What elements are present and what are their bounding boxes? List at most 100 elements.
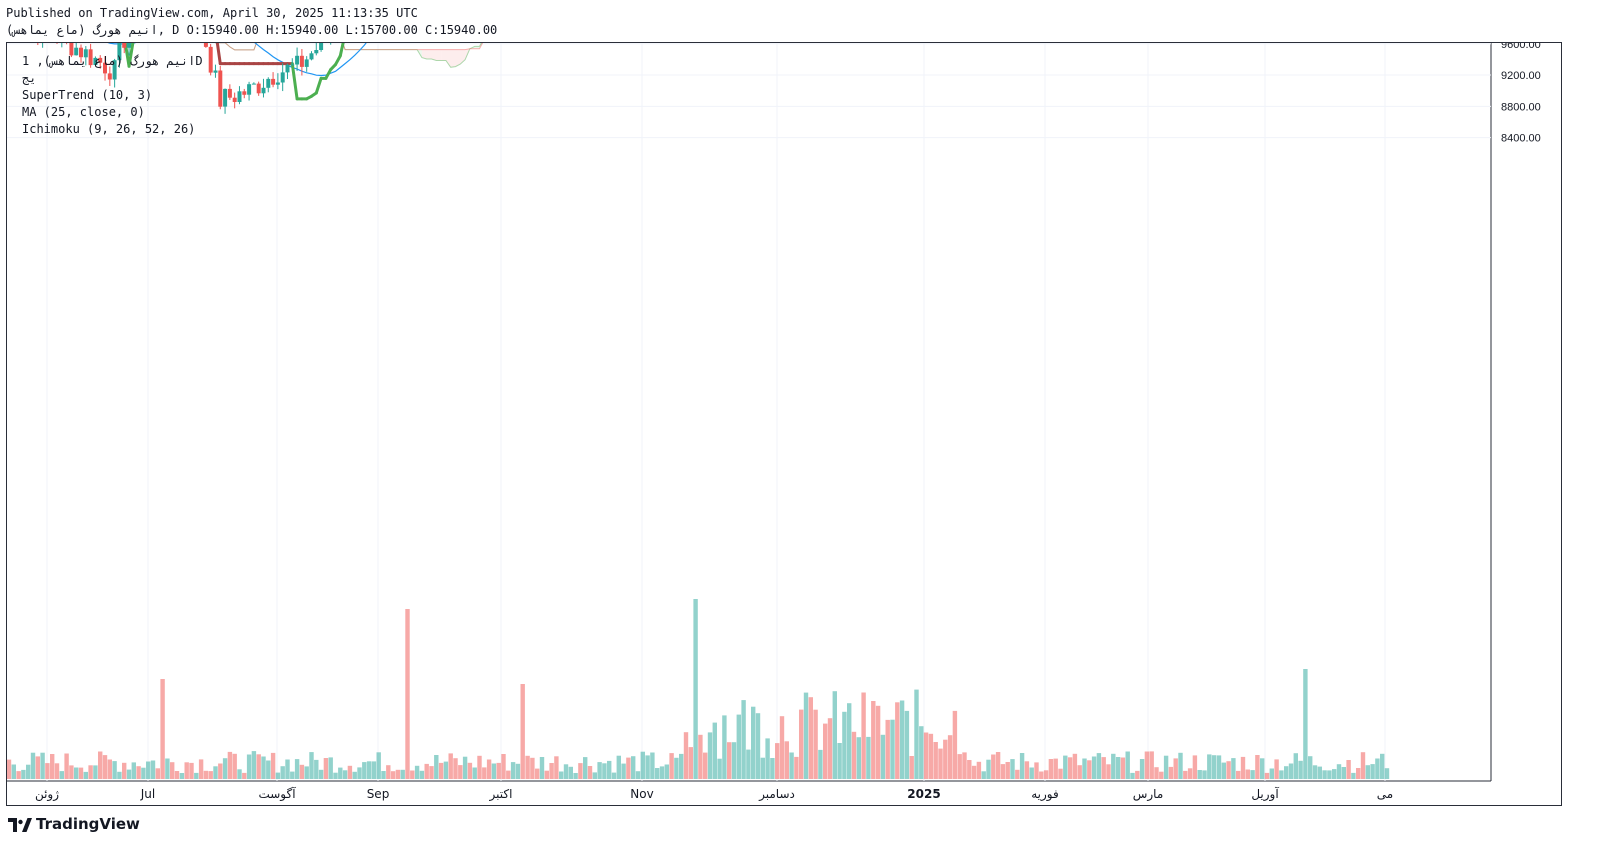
volume-bar xyxy=(448,753,453,779)
volume-bar xyxy=(45,763,50,779)
volume-bar xyxy=(1346,760,1351,779)
volume-bar xyxy=(386,765,391,779)
volume-bar xyxy=(366,761,372,779)
ohlc-header: انیم هورگ (ماع یماهس), D O:15940.00 H:15… xyxy=(6,23,498,37)
volume-bar xyxy=(1356,768,1361,779)
candle xyxy=(227,84,232,100)
volume-bar xyxy=(1063,755,1068,779)
volume-bar xyxy=(462,756,468,779)
volume-bar xyxy=(645,755,650,779)
volume-bar xyxy=(530,757,535,779)
volume-bar xyxy=(808,697,813,779)
volume-bar xyxy=(904,710,910,779)
volume-bar xyxy=(693,599,698,779)
legend-supertrend[interactable]: SuperTrend (10, 3) xyxy=(22,88,152,102)
volume-bar xyxy=(933,742,938,779)
volume-bar xyxy=(1019,753,1025,779)
candle-body xyxy=(122,43,127,48)
legend-line2: یج xyxy=(22,71,37,85)
volume-bar xyxy=(1312,765,1318,779)
volume-bar xyxy=(1255,755,1260,779)
candle xyxy=(256,81,261,96)
volume-bar xyxy=(184,762,189,779)
candle xyxy=(285,63,290,80)
volume-bar xyxy=(98,751,103,779)
candle xyxy=(309,51,314,61)
volume-bar xyxy=(506,770,511,779)
volume-bar xyxy=(400,769,405,779)
volume-bar xyxy=(74,767,79,779)
candle-body xyxy=(256,83,261,94)
volume-bar xyxy=(741,700,746,779)
volume-bar xyxy=(544,770,549,779)
candle xyxy=(304,56,309,72)
volume-bar xyxy=(722,715,727,779)
candlestick-chart[interactable]: 8400.008800.009200.009600.0010000.001040… xyxy=(7,43,1561,805)
candle-body xyxy=(218,70,223,107)
volume-bar xyxy=(294,759,300,779)
candle xyxy=(314,43,319,56)
volume-bar xyxy=(50,754,55,779)
volume-bar xyxy=(424,763,429,779)
volume-bar xyxy=(712,722,717,779)
volume-bar xyxy=(803,692,809,779)
candle xyxy=(319,43,324,52)
volume-bar xyxy=(919,726,924,779)
volume-bar xyxy=(1144,751,1150,779)
cloud-segment xyxy=(436,49,442,61)
volume-bar xyxy=(789,752,794,779)
volume-bar xyxy=(1043,770,1049,779)
volume-bar xyxy=(189,762,194,779)
volume-bar xyxy=(923,732,929,779)
volume-bar xyxy=(1284,766,1289,779)
candle-body xyxy=(271,78,276,85)
volume-bar xyxy=(150,760,156,779)
volume-bar xyxy=(981,771,986,779)
volume-bar xyxy=(755,713,761,779)
volume-bar xyxy=(1322,770,1327,779)
volume-bar xyxy=(818,749,823,779)
volume-bar xyxy=(429,766,434,779)
candle-body xyxy=(295,55,300,65)
volume-bar xyxy=(1245,769,1250,779)
volume-bar xyxy=(674,757,679,779)
volume-bar xyxy=(799,709,804,779)
volume-bar xyxy=(563,764,569,779)
volume-bar xyxy=(482,767,487,779)
volume-bar xyxy=(823,723,828,779)
volume-bar xyxy=(794,756,799,779)
volume-bar xyxy=(1308,756,1313,779)
volume-bar xyxy=(1380,753,1385,779)
volume-bar xyxy=(866,736,871,779)
volume-bar xyxy=(760,757,765,779)
volume-bar xyxy=(323,758,329,779)
volume-bar xyxy=(707,732,713,779)
candle xyxy=(271,72,276,88)
candle xyxy=(247,81,252,101)
volume-bar xyxy=(1250,770,1255,779)
volume-bar xyxy=(1317,766,1322,779)
volume-bar xyxy=(1125,751,1130,779)
volume-bar xyxy=(914,689,919,779)
volume-bar xyxy=(1365,765,1370,779)
volume-bar xyxy=(275,772,281,779)
volume-bars xyxy=(7,599,1390,779)
volume-bar xyxy=(1024,761,1030,779)
volume-bar xyxy=(1211,755,1217,779)
legend-ma[interactable]: MA (25, close, 0) xyxy=(22,105,145,119)
candle xyxy=(295,47,300,71)
volume-bar xyxy=(1159,771,1164,779)
volume-bar xyxy=(266,760,271,779)
volume-bar xyxy=(30,752,36,779)
legend-ichimoku[interactable]: Ichimoku (9, 26, 52, 26) xyxy=(22,122,195,136)
volume-bar xyxy=(21,769,26,779)
supertrend-segment xyxy=(215,43,222,66)
volume-bar xyxy=(136,766,141,779)
volume-bar xyxy=(246,754,252,779)
y-tick-label: 8800.00 xyxy=(1501,101,1541,113)
candle-body xyxy=(319,43,324,50)
chart-pane[interactable]: 8400.008800.009200.009600.0010000.001040… xyxy=(6,42,1562,806)
volume-bar xyxy=(362,762,367,779)
volume-bar xyxy=(1154,767,1159,779)
volume-bar xyxy=(1120,757,1126,779)
